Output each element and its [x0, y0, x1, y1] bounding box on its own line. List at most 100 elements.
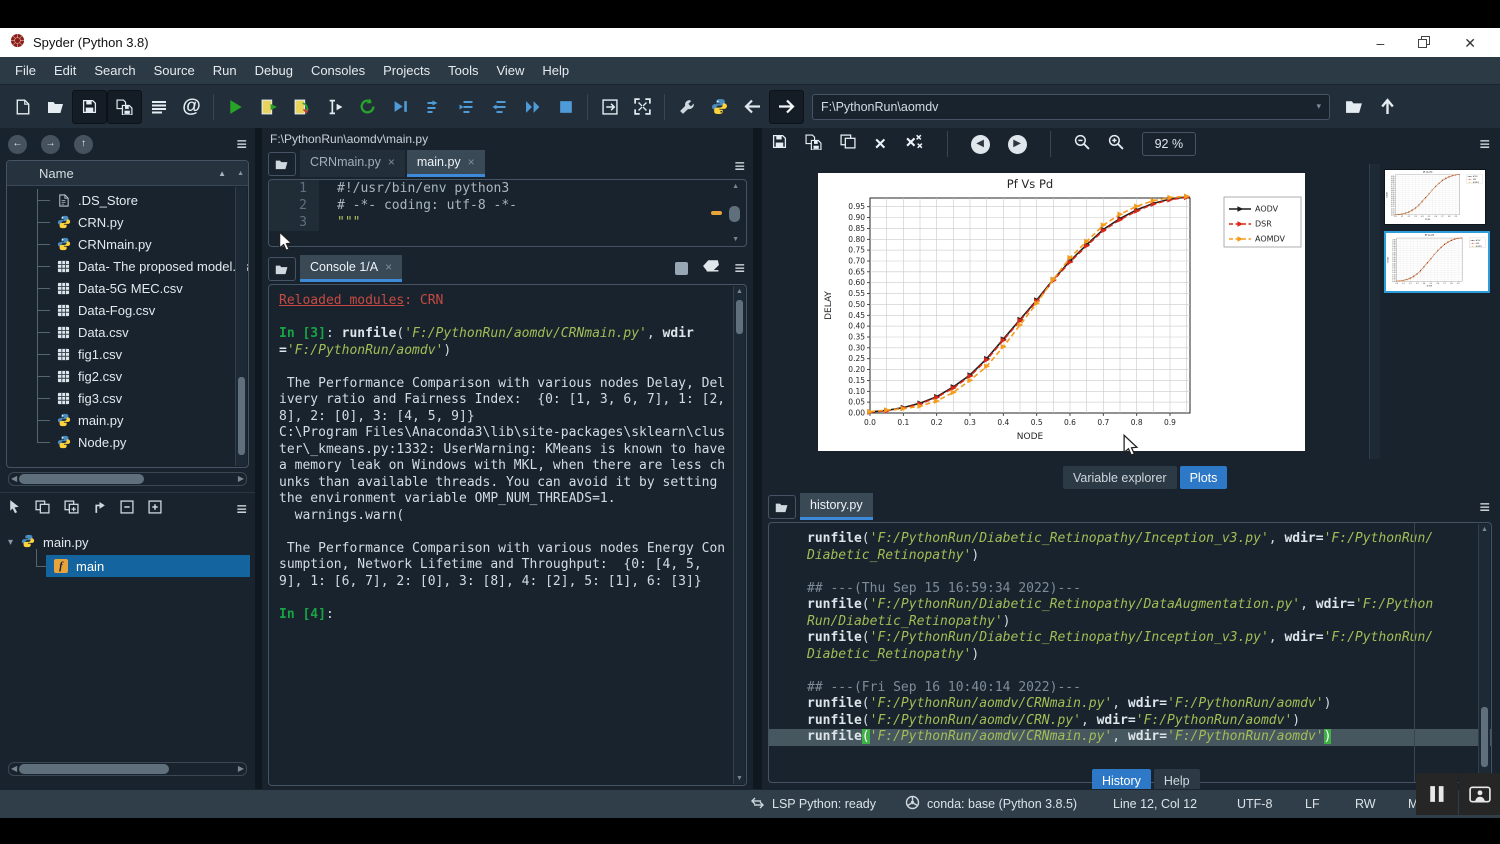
file-row[interactable]: Data-5G MEC.csv	[7, 277, 248, 299]
file-row[interactable]: Data-Fog.csv	[7, 299, 248, 321]
outline-options-icon[interactable]: ≡	[236, 502, 247, 516]
history-log[interactable]: runfile('F:/PythonRun/Diabetic_Retinopat…	[768, 522, 1492, 783]
menu-item-source[interactable]: Source	[145, 59, 204, 82]
outline-collapse-icon[interactable]	[120, 500, 134, 519]
debug-file-button[interactable]	[384, 91, 417, 123]
outline-hscrollbar[interactable]: ◀ ▶	[8, 762, 247, 776]
python-env-icon[interactable]	[703, 91, 736, 123]
minimize-button[interactable]: –	[1376, 36, 1384, 50]
outline-item-main[interactable]: f main	[46, 555, 250, 577]
scroll-left-icon[interactable]: ◀	[11, 473, 17, 484]
run-cell-advance-button[interactable]	[285, 91, 318, 123]
run-cell-button[interactable]	[252, 91, 285, 123]
files-hscrollbar[interactable]: ◀ ▶	[8, 472, 247, 486]
open-file-button[interactable]	[39, 91, 72, 123]
restore-button[interactable]	[1418, 36, 1430, 50]
explorer-options-icon[interactable]: ≡	[236, 137, 247, 151]
back-button[interactable]	[736, 91, 769, 123]
file-switcher-icon[interactable]	[142, 91, 175, 123]
scroll-left-icon[interactable]: ◀	[11, 763, 17, 774]
menu-item-debug[interactable]: Debug	[246, 59, 302, 82]
zoom-level[interactable]: 92 %	[1142, 132, 1197, 156]
file-row[interactable]: main.py	[7, 409, 248, 431]
maximize-pane-icon[interactable]	[626, 91, 659, 123]
explorer-forward-icon[interactable]: →	[41, 135, 60, 154]
outline-goto-cursor-icon[interactable]	[93, 499, 106, 519]
tab-variable-explorer[interactable]: Variable explorer	[1063, 466, 1177, 489]
outline-cursor-icon[interactable]	[8, 499, 21, 519]
outline-copy-icon[interactable]	[35, 500, 50, 519]
file-row[interactable]: fig1.csv	[7, 343, 248, 365]
forward-button[interactable]	[769, 90, 804, 124]
close-icon[interactable]: ×	[468, 155, 475, 169]
plots-options-icon[interactable]: ≡	[1479, 137, 1490, 151]
parent-directory-button[interactable]	[1371, 91, 1404, 123]
menu-item-file[interactable]: File	[6, 59, 45, 82]
menu-item-run[interactable]: Run	[204, 59, 246, 82]
scroll-up-icon[interactable]: ▲	[732, 183, 739, 190]
code-editor[interactable]: 1#!/usr/bin/env python32# -*- coding: ut…	[268, 179, 747, 247]
debug-step-return-icon[interactable]	[483, 91, 516, 123]
scroll-right-icon[interactable]: ▶	[238, 473, 244, 484]
save-all-button[interactable]	[107, 90, 142, 124]
working-directory-input[interactable]: F:\PythonRun\aomdv ▾	[812, 94, 1330, 120]
menu-item-projects[interactable]: Projects	[374, 59, 439, 82]
interrupt-kernel-icon[interactable]	[675, 262, 688, 275]
file-row[interactable]: CRNmain.py	[7, 233, 248, 255]
plot-thumbnail-1[interactable]: Pf Vs Pd0.00.10.20.30.40.50.60.70.80.90.…	[1384, 169, 1486, 225]
remove-plot-icon[interactable]: ✕	[874, 135, 887, 153]
outline-copy-add-icon[interactable]	[64, 500, 79, 519]
tab-crnmain.py[interactable]: CRNmain.py×	[300, 150, 405, 177]
explorer-back-icon[interactable]: ←	[8, 135, 27, 154]
copy-plot-icon[interactable]	[840, 134, 856, 154]
close-icon[interactable]: ×	[385, 260, 392, 274]
editor-options-icon[interactable]: ≡	[734, 159, 745, 173]
rerun-file-button[interactable]	[351, 91, 384, 123]
explorer-parent-icon[interactable]: ↑	[74, 135, 93, 154]
ipython-console[interactable]: Reloaded modules: CRN In [3]: runfile('F…	[268, 284, 747, 786]
save-button[interactable]	[72, 90, 107, 124]
tab-history-py[interactable]: history.py	[800, 493, 873, 520]
file-row[interactable]: Node.py	[7, 431, 248, 453]
debug-step-into-icon[interactable]	[450, 91, 483, 123]
files-scrollbar[interactable]	[235, 187, 247, 466]
plot-thumbnail-2[interactable]: Pf Vs Pd0.00.10.20.30.40.50.60.70.80.90.…	[1384, 231, 1490, 293]
menu-item-search[interactable]: Search	[85, 59, 144, 82]
previous-plot-icon[interactable]: ◀	[971, 135, 990, 154]
close-icon[interactable]: ×	[388, 155, 395, 169]
file-row[interactable]: CRN.py	[7, 211, 248, 233]
tab-console-1a[interactable]: Console 1/A ×	[300, 255, 402, 282]
console-options-icon[interactable]: ≡	[734, 261, 745, 275]
editor-scroll-thumb[interactable]	[729, 206, 740, 222]
tab-main.py[interactable]: main.py×	[407, 150, 485, 177]
tab-plots[interactable]: Plots	[1180, 466, 1228, 489]
browse-consoles-icon[interactable]	[268, 257, 296, 281]
clear-console-icon[interactable]	[702, 259, 720, 277]
debug-stop-button[interactable]	[549, 91, 582, 123]
scroll-up-icon[interactable]: ▲	[237, 170, 244, 177]
symbol-finder-icon[interactable]: @	[175, 91, 208, 123]
save-all-plots-icon[interactable]	[805, 134, 822, 155]
scroll-right-icon[interactable]: ▶	[238, 763, 244, 774]
zoom-out-icon[interactable]	[1074, 134, 1090, 155]
browse-history-icon[interactable]	[768, 495, 796, 519]
file-row[interactable]: fig3.csv	[7, 387, 248, 409]
file-row[interactable]: Data- The proposed model.csv	[7, 255, 248, 277]
open-external-icon[interactable]	[593, 91, 626, 123]
files-header[interactable]: Name ▲ ▲	[7, 161, 248, 186]
file-row[interactable]: Data.csv	[7, 321, 248, 343]
run-file-button[interactable]	[219, 91, 252, 123]
outline-expand-icon[interactable]	[148, 500, 162, 519]
debug-continue-icon[interactable]	[516, 91, 549, 123]
scroll-down-icon[interactable]: ▼	[732, 236, 739, 243]
history-scrollbar[interactable]: ▲ ▼	[1478, 524, 1490, 781]
console-scrollbar[interactable]: ▲ ▼	[733, 286, 745, 784]
preferences-wrench-icon[interactable]	[670, 91, 703, 123]
history-options-icon[interactable]: ≡	[1479, 500, 1490, 514]
file-row[interactable]: fig2.csv	[7, 365, 248, 387]
browse-directory-button[interactable]	[1338, 91, 1371, 123]
debug-step-over-icon[interactable]	[417, 91, 450, 123]
menu-item-consoles[interactable]: Consoles	[302, 59, 374, 82]
plots-scrollbar[interactable]	[1369, 164, 1380, 459]
chevron-down-icon[interactable]: ▾	[1316, 101, 1321, 112]
